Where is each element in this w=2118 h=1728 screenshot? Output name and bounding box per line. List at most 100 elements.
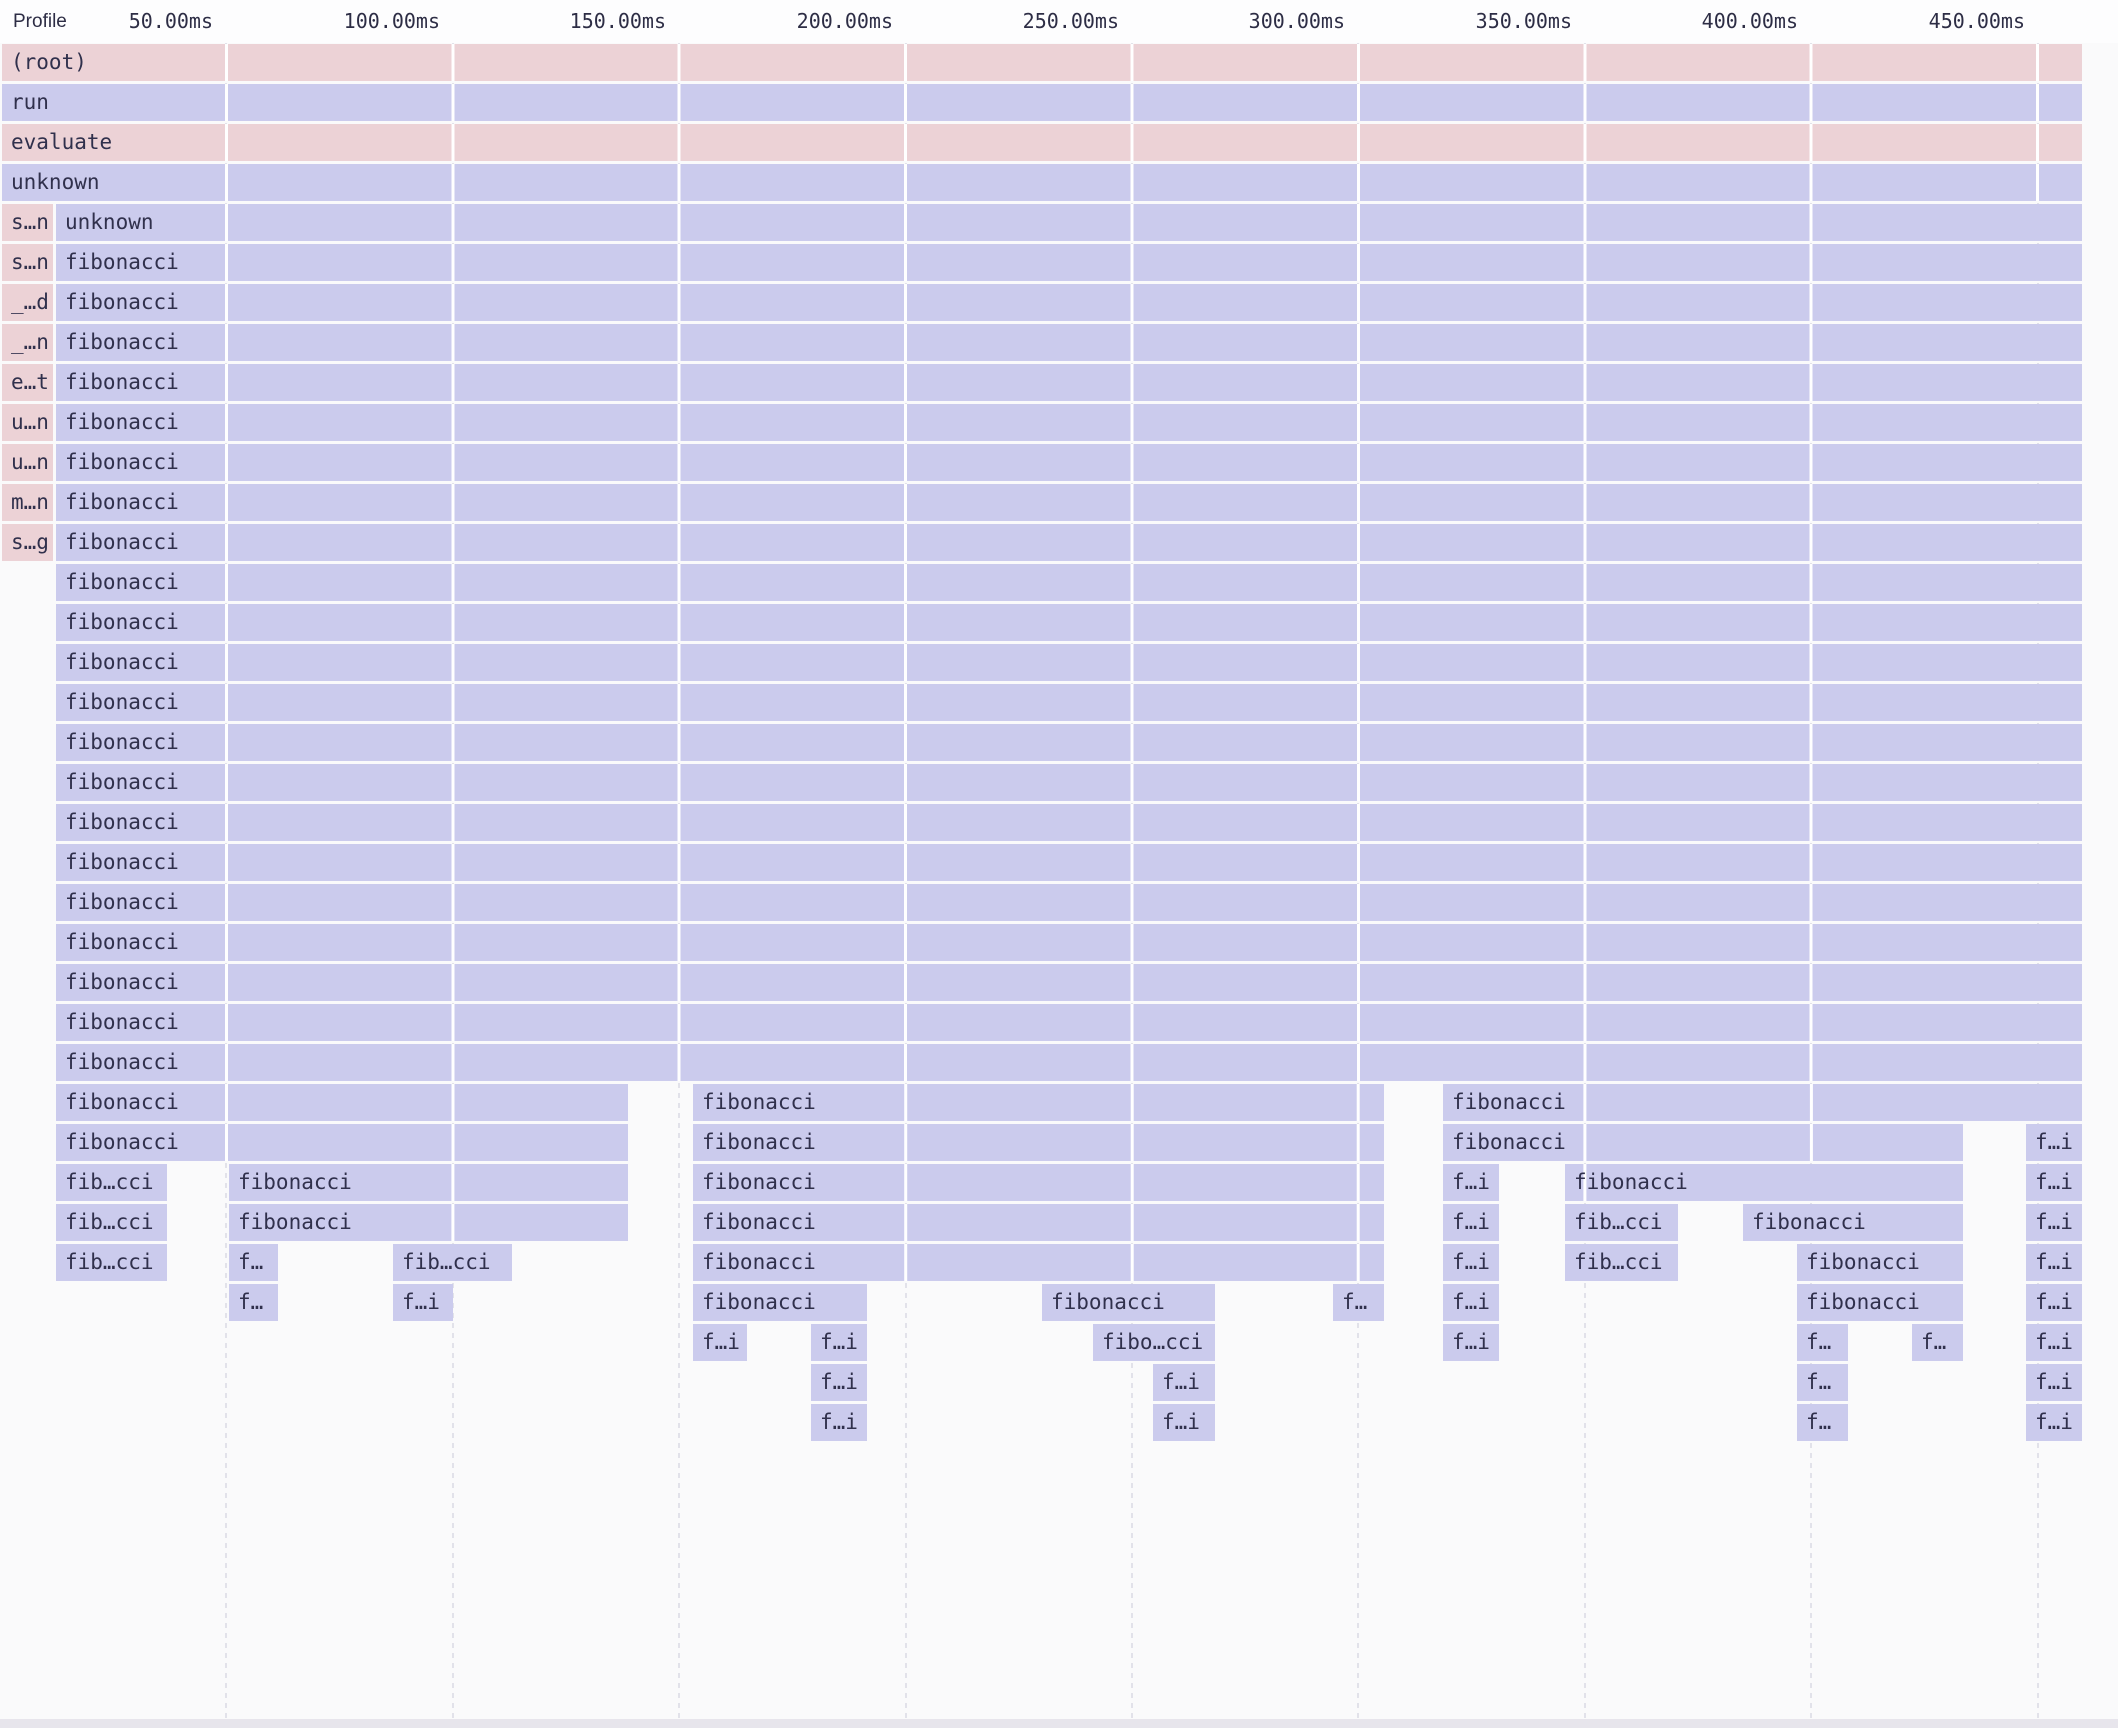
flame-bar[interactable]: fibonacci <box>56 1124 628 1161</box>
flame-bar[interactable]: fibonacci <box>56 1084 628 1121</box>
flame-bar[interactable]: f…i <box>2026 1124 2082 1161</box>
flame-bar[interactable]: s…n <box>2 244 53 281</box>
flame-bar[interactable]: fib…cci <box>1565 1244 1678 1281</box>
flame-bar[interactable]: f…i <box>1443 1324 1499 1361</box>
flame-bar[interactable]: fibonacci <box>56 924 2082 961</box>
flame-bar[interactable]: f… <box>1797 1404 1848 1441</box>
flame-bar[interactable]: fibonacci <box>1797 1284 1963 1321</box>
header-bar: Profile 50.00ms100.00ms150.00ms200.00ms2… <box>0 0 2118 43</box>
flame-bar[interactable]: fib…cci <box>56 1244 167 1281</box>
flame-bar[interactable]: evaluate <box>2 124 2082 161</box>
flame-bar[interactable]: f… <box>1912 1324 1963 1361</box>
flame-bar[interactable]: f…i <box>393 1284 453 1321</box>
flame-bar[interactable]: fibonacci <box>693 1284 867 1321</box>
flame-bar[interactable]: e…t <box>2 364 53 401</box>
flame-bar[interactable]: fibonacci <box>693 1244 1384 1281</box>
flame-bar[interactable]: f…i <box>811 1404 867 1441</box>
flame-bar[interactable]: m…n <box>2 484 53 521</box>
flame-bar[interactable]: f… <box>1797 1364 1848 1401</box>
flame-bar[interactable]: f…i <box>1443 1204 1499 1241</box>
flame-bar[interactable]: f…i <box>1443 1284 1499 1321</box>
flame-bar[interactable]: f…i <box>2026 1244 2082 1281</box>
flame-bar[interactable]: fibonacci <box>56 324 2082 361</box>
flame-bar-label: f…i <box>2035 1330 2073 1354</box>
flame-bar[interactable]: fibonacci <box>56 244 2082 281</box>
flame-bar[interactable]: f…i <box>1153 1404 1215 1441</box>
flame-bar[interactable]: _…n <box>2 324 53 361</box>
flame-bar[interactable]: fibonacci <box>56 804 2082 841</box>
flame-bar[interactable]: unknown <box>56 204 2082 241</box>
horizontal-scrollbar-track[interactable] <box>0 1719 2118 1728</box>
time-tick-label: 300.00ms <box>1249 0 1345 43</box>
flame-bar[interactable]: fibonacci <box>1042 1284 1215 1321</box>
flame-bar[interactable]: fib…cci <box>1565 1204 1678 1241</box>
flame-bar[interactable]: fibonacci <box>693 1124 1384 1161</box>
flame-bar[interactable]: f…i <box>811 1364 867 1401</box>
flame-bar[interactable]: f…i <box>2026 1204 2082 1241</box>
flame-bar[interactable]: fibonacci <box>56 284 2082 321</box>
flame-bar[interactable]: fibonacci <box>693 1164 1384 1201</box>
flame-row: fibonacci <box>0 1004 2118 1041</box>
flame-bar[interactable]: fibonacci <box>56 364 2082 401</box>
flame-bar[interactable]: fibonacci <box>56 964 2082 1001</box>
flame-bar[interactable]: fibonacci <box>229 1204 628 1241</box>
flame-bar[interactable]: fibonacci <box>1565 1164 1963 1201</box>
flame-bar[interactable]: f…i <box>2026 1284 2082 1321</box>
flame-bar[interactable]: u…n <box>2 404 53 441</box>
flame-row: fibonacci <box>0 724 2118 761</box>
flame-bar[interactable]: fibonacci <box>229 1164 628 1201</box>
flame-bar[interactable]: fib…cci <box>56 1204 167 1241</box>
flame-bar[interactable]: f… <box>229 1284 278 1321</box>
flame-bar[interactable]: fibonacci <box>56 564 2082 601</box>
flame-bar-label: u…n <box>11 450 49 474</box>
flame-bar[interactable]: unknown <box>2 164 2082 201</box>
flame-bar[interactable]: f…i <box>2026 1404 2082 1441</box>
flame-bar[interactable]: _…d <box>2 284 53 321</box>
flame-bar[interactable]: fibonacci <box>56 684 2082 721</box>
flame-bar[interactable]: f… <box>1797 1324 1848 1361</box>
flame-bar[interactable]: fibonacci <box>1443 1124 1963 1161</box>
flame-bar[interactable]: f… <box>1333 1284 1384 1321</box>
flame-bar[interactable]: f…i <box>2026 1324 2082 1361</box>
flame-bar[interactable]: fibo…cci <box>1093 1324 1215 1361</box>
flame-bar[interactable]: fib…cci <box>393 1244 512 1281</box>
flame-bar[interactable]: f…i <box>2026 1364 2082 1401</box>
flame-bar[interactable]: fibonacci <box>693 1204 1384 1241</box>
flame-bar[interactable]: f…i <box>1153 1364 1215 1401</box>
flame-bar[interactable]: f…i <box>2026 1164 2082 1201</box>
flame-bar[interactable]: f…i <box>811 1324 867 1361</box>
flame-bar[interactable]: u…n <box>2 444 53 481</box>
flame-bar[interactable]: fibonacci <box>1743 1204 1963 1241</box>
flame-bar[interactable]: f…i <box>1443 1244 1499 1281</box>
flame-bar[interactable]: fibonacci <box>693 1084 1384 1121</box>
flame-bar[interactable]: s…n <box>2 204 53 241</box>
flame-bar[interactable]: s…g <box>2 524 53 561</box>
flame-bar[interactable]: fibonacci <box>56 644 2082 681</box>
flame-bar[interactable]: f… <box>229 1244 278 1281</box>
flame-bar[interactable]: fibonacci <box>56 764 2082 801</box>
flame-bar[interactable]: (root) <box>2 44 2082 81</box>
flame-bar[interactable]: fibonacci <box>56 524 2082 561</box>
flame-bar[interactable]: fibonacci <box>56 404 2082 441</box>
flame-bar-label: fibonacci <box>65 1090 179 1114</box>
flame-bar[interactable]: fib…cci <box>56 1164 167 1201</box>
flame-bar[interactable]: f…i <box>693 1324 747 1361</box>
flame-bar-label: fibonacci <box>65 410 179 434</box>
flame-bar[interactable]: f…i <box>1443 1164 1499 1201</box>
flame-bar[interactable]: fibonacci <box>56 1044 2082 1081</box>
flame-bar[interactable]: fibonacci <box>1797 1244 1963 1281</box>
flame-bar-label: fibonacci <box>65 370 179 394</box>
flame-bar[interactable]: fibonacci <box>56 724 2082 761</box>
flame-row: fibonacci fibonacci fibonacci f…i <box>0 1124 2118 1161</box>
flame-bar[interactable]: fibonacci <box>56 444 2082 481</box>
time-tick-label: 350.00ms <box>1476 0 1572 43</box>
flame-bar-label: f… <box>1806 1330 1831 1354</box>
flame-bar[interactable]: fibonacci <box>56 844 2082 881</box>
flame-bar[interactable]: fibonacci <box>56 604 2082 641</box>
flame-bar[interactable]: fibonacci <box>56 1004 2082 1041</box>
flame-bar[interactable]: run <box>2 84 2082 121</box>
flame-bar[interactable]: fibonacci <box>1443 1084 2082 1121</box>
flame-bar[interactable]: fibonacci <box>56 484 2082 521</box>
flame-bar[interactable]: fibonacci <box>56 884 2082 921</box>
flame-bar-label: f…i <box>2035 1250 2073 1274</box>
